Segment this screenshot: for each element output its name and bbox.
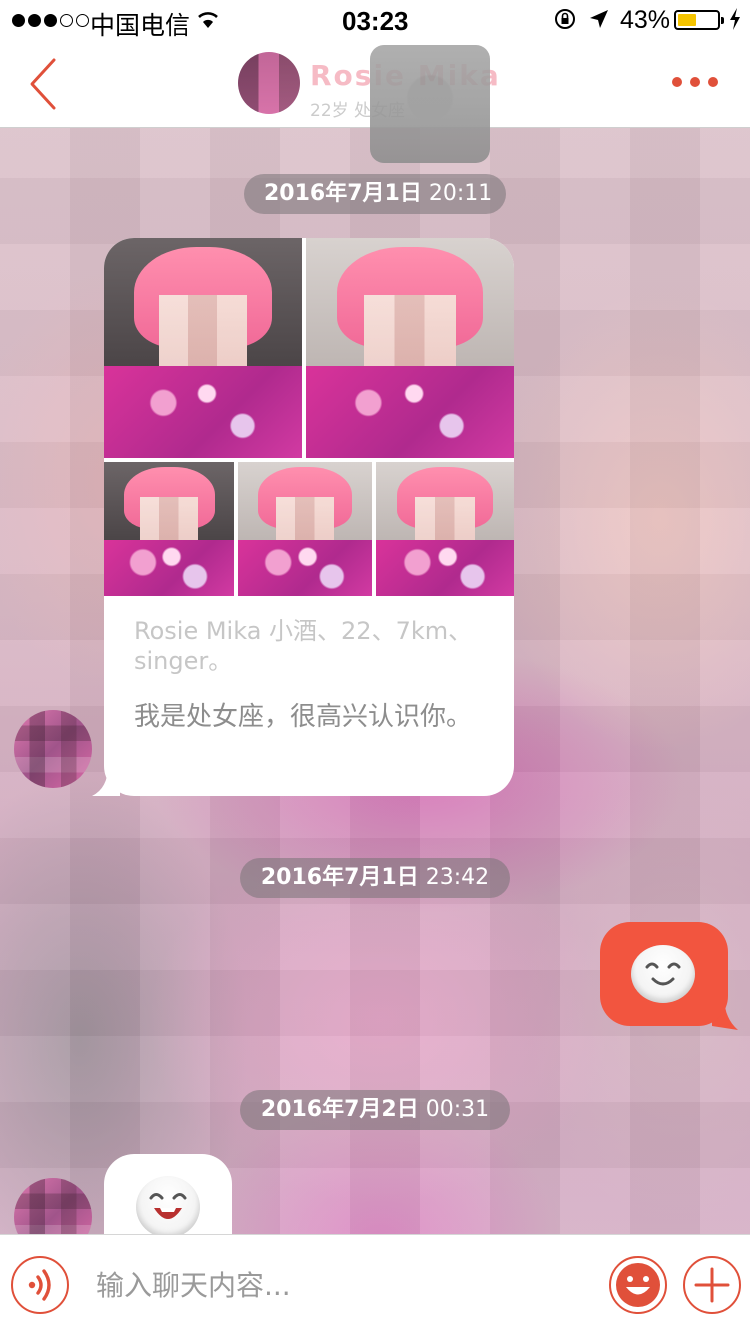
status-bar: 中国电信 03:23 43% — [0, 0, 750, 40]
chevron-left-icon[interactable] — [20, 54, 70, 114]
timestamp-1: 2016年7月1日 20:11 — [244, 174, 506, 214]
pixelated-overlay — [370, 45, 490, 163]
ellipsis-icon[interactable] — [672, 70, 722, 94]
status-time: 03:23 — [342, 6, 409, 36]
timestamp-date: 2016年7月1日 — [260, 865, 419, 890]
plus-icon — [694, 1267, 730, 1303]
carrier-name: 中国电信 — [90, 12, 191, 40]
profile-photo[interactable] — [238, 462, 372, 596]
location-arrow-icon — [590, 10, 608, 28]
profile-photo[interactable] — [104, 238, 302, 458]
battery-fill — [678, 14, 696, 26]
profile-intro: Rosie Mika 小酒、22、7km、singer。 — [134, 617, 473, 675]
profile-photo[interactable] — [104, 462, 234, 596]
plus-button[interactable] — [683, 1256, 741, 1314]
timestamp-date: 2016年7月2日 — [260, 1097, 419, 1122]
chat-input-bar — [0, 1234, 750, 1334]
profile-photo[interactable] — [306, 238, 514, 458]
voice-button[interactable] — [11, 1256, 69, 1314]
outgoing-message-bubble[interactable] — [600, 922, 728, 1026]
timestamp-date: 2016年7月1日 — [264, 181, 422, 206]
wifi-icon — [198, 12, 218, 28]
timestamp-time: 20:11 — [428, 181, 493, 206]
message-text: 我是处女座，很高兴认识你。 — [134, 702, 473, 732]
sender-avatar[interactable] — [14, 710, 92, 788]
timestamp-3: 2016年7月2日 00:31 — [240, 1090, 510, 1130]
nav-bar: Rosie Mika 小酒 22岁 处女座 — [0, 40, 750, 163]
smile-emoji-icon — [631, 945, 695, 1003]
laugh-emoji-icon — [136, 1176, 200, 1238]
timestamp-time: 23:42 — [425, 865, 490, 890]
rotation-lock-icon — [555, 9, 575, 29]
battery-percent: 43% — [620, 6, 671, 34]
battery-icon — [674, 10, 724, 30]
profile-photo[interactable] — [376, 462, 514, 596]
contact-avatar[interactable] — [238, 52, 300, 114]
charging-bolt-icon — [730, 8, 740, 30]
timestamp-time: 00:31 — [425, 1097, 490, 1122]
voice-icon — [28, 1269, 51, 1301]
emoji-button[interactable] — [609, 1256, 667, 1314]
chat-message-input[interactable] — [96, 1257, 596, 1313]
signal-dots — [12, 8, 89, 32]
emoji-face-icon — [616, 1263, 660, 1307]
timestamp-2: 2016年7月1日 23:42 — [240, 858, 510, 898]
